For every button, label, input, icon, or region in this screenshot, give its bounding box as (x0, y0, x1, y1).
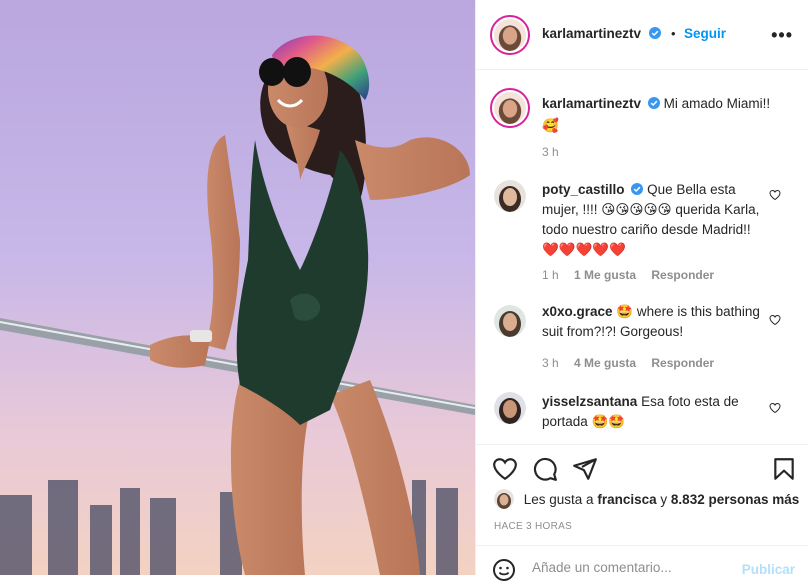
comments-list: karlamartineztv Mi amado Miami!! 🥰 3 h p… (476, 70, 808, 445)
smiling-face-with-hearts-emoji: 🥰 (542, 118, 559, 133)
avatar-image (494, 19, 526, 51)
liker-avatar[interactable] (494, 489, 514, 509)
post-header: karlamartineztv • Seguir ••• (476, 0, 808, 70)
comment-text-block: yisselzsantana Esa foto esta de portada … (542, 392, 767, 432)
comment-username[interactable]: poty_castillo (542, 182, 625, 197)
likes-connector: y (660, 492, 668, 507)
likes-count[interactable]: 8.832 personas más (671, 492, 799, 507)
author-username[interactable]: karlamartineztv (542, 26, 641, 41)
liker-username[interactable]: francisca (597, 492, 656, 507)
post-side-panel: karlamartineztv • Seguir ••• karlamartin… (475, 0, 808, 581)
avatar-image (494, 92, 526, 124)
more-options-icon[interactable]: ••• (771, 25, 793, 46)
caption-time: 3 h (542, 145, 559, 159)
emoji-picker-icon[interactable] (492, 558, 516, 582)
post-image (0, 0, 475, 575)
like-comment-heart-icon[interactable] (769, 314, 781, 326)
comment-likes[interactable]: 1 Me gusta (574, 268, 636, 282)
save-bookmark-icon[interactable] (771, 456, 797, 482)
avatar-image (494, 180, 526, 212)
comment-likes[interactable]: 4 Me gusta (574, 356, 636, 370)
comment-text-block: x0xo.grace 🤩 where is this bathing suit … (542, 302, 767, 342)
comment-time: 1 h (542, 268, 559, 282)
verified-badge-icon (647, 97, 660, 109)
likes-prefix: Les gusta a (523, 492, 594, 507)
comment-meta: 3 h 4 Me gusta Responder (542, 356, 726, 370)
comment-time: 3 h (542, 356, 559, 370)
avatar-image (494, 392, 526, 424)
comment-text-block: poty_castillo Que Bella esta mujer, !!!!… (542, 180, 767, 260)
comment-composer: Publicar (476, 545, 808, 581)
comment-bubble-icon[interactable] (532, 456, 558, 482)
follow-button[interactable]: Seguir (684, 26, 726, 41)
caption-text: Mi amado Miami!! (663, 96, 771, 111)
reply-button[interactable]: Responder (651, 268, 714, 282)
commenter-avatar[interactable] (494, 392, 526, 424)
post-actions (476, 445, 808, 490)
comment-username[interactable]: yisselzsantana (542, 394, 637, 409)
avatar-image (494, 305, 526, 337)
author-avatar[interactable] (490, 15, 530, 55)
reply-button[interactable]: Responder (651, 356, 714, 370)
like-heart-icon[interactable] (492, 456, 518, 482)
commenter-avatar[interactable] (494, 305, 526, 337)
post-timestamp: HACE 3 HORAS (494, 521, 573, 532)
avatar-image (494, 489, 514, 509)
separator-dot: • (670, 26, 676, 41)
commenter-avatar[interactable] (494, 180, 526, 212)
post-photo[interactable] (0, 0, 475, 575)
comment-input[interactable] (532, 560, 722, 575)
like-comment-heart-icon[interactable] (769, 189, 781, 201)
verified-badge-icon (648, 27, 661, 39)
like-comment-heart-icon[interactable] (769, 402, 781, 414)
verified-badge-icon (631, 183, 644, 195)
caption-username[interactable]: karlamartineztv (542, 96, 641, 111)
caption-text-block: karlamartineztv Mi amado Miami!! 🥰 (542, 94, 772, 136)
share-paper-plane-icon[interactable] (572, 456, 598, 482)
likes-summary: Les gusta a francisca y 8.832 personas m… (494, 489, 799, 509)
comment-username[interactable]: x0xo.grace (542, 304, 613, 319)
caption-avatar[interactable] (490, 88, 530, 128)
comment-meta: 1 h 1 Me gusta Responder (542, 268, 726, 282)
